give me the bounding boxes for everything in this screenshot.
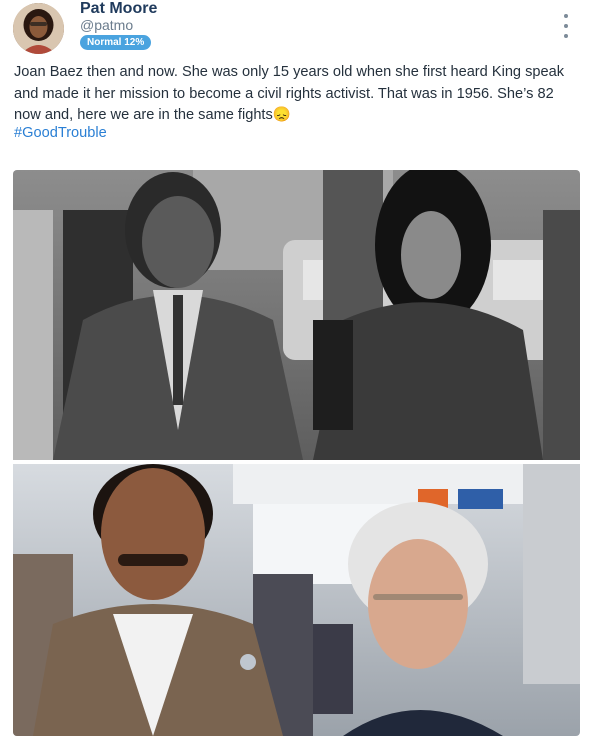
more-vertical-icon	[564, 14, 568, 18]
post-text: Joan Baez then and now. She was only 15 …	[14, 64, 565, 123]
user-avatar[interactable]	[13, 3, 64, 54]
bw-photo-image	[13, 170, 580, 460]
photo-then[interactable]	[13, 170, 580, 460]
user-handle[interactable]: @patmo	[80, 17, 133, 33]
display-name[interactable]: Pat Moore	[80, 0, 157, 18]
more-vertical-icon	[564, 24, 568, 28]
more-vertical-icon	[564, 34, 568, 38]
status-badge: Normal 12%	[80, 35, 152, 50]
color-photo-image	[13, 464, 580, 736]
photo-now[interactable]	[13, 464, 580, 736]
more-options-button[interactable]	[556, 12, 576, 40]
post-card: Pat Moore @patmo Normal 12% Joan Baez th…	[0, 0, 589, 742]
hashtag-link[interactable]: #GoodTrouble	[14, 125, 107, 141]
post-media[interactable]	[13, 170, 580, 736]
avatar-portrait-icon	[13, 3, 64, 54]
